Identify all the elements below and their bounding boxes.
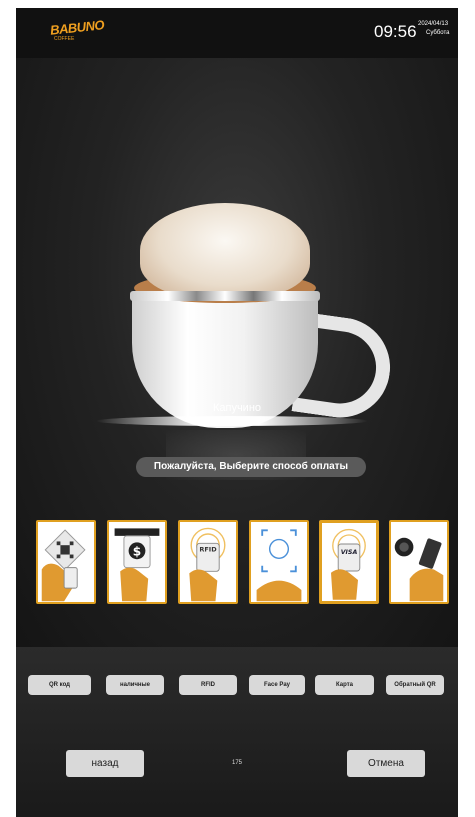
svg-text:RFID: RFID <box>199 546 217 554</box>
payment-icons-row: $ RFID VISA <box>16 520 458 620</box>
payment-option-rfid[interactable]: RFID <box>178 520 238 604</box>
tab-reverse-qr[interactable]: Обратный QR <box>386 675 444 695</box>
product-price: ₽ 1.00 <box>222 416 252 427</box>
svg-text:VISA: VISA <box>341 549 358 556</box>
clock-weekday: Суббота <box>426 30 450 36</box>
kiosk-screen: BABUNO COFFEE 09:56 2024/04/13 Суббота К… <box>16 8 458 817</box>
visa-card-icon: VISA <box>322 524 376 600</box>
clock-time: 09:56 <box>374 22 417 41</box>
cancel-button[interactable]: Отмена <box>347 750 425 777</box>
tab-cash[interactable]: наличные <box>106 675 164 695</box>
brand-logo-sub: COFFEE <box>54 36 75 42</box>
reverse-qr-icon <box>391 522 447 602</box>
product-name: Капучино <box>212 402 262 414</box>
qr-scan-icon <box>38 522 94 602</box>
tab-qr[interactable]: QR код <box>28 675 91 695</box>
tab-card[interactable]: Карта <box>315 675 374 695</box>
tab-rfid[interactable]: RFID <box>179 675 237 695</box>
payment-option-card[interactable]: VISA <box>319 520 379 604</box>
payment-option-cash[interactable]: $ <box>107 520 167 604</box>
clock-date: 2024/04/13 <box>418 21 449 27</box>
payment-prompt: Пожалуйста, Выберите способ оплаты <box>136 457 366 477</box>
bottom-panel: QR код наличные RFID Face Pay Карта Обра… <box>16 647 458 817</box>
cash-icon: $ <box>109 522 165 602</box>
face-pay-icon <box>251 522 307 602</box>
brand-logo: BABUNO <box>49 17 105 38</box>
rfid-card-icon: RFID <box>180 522 236 602</box>
tab-face-pay[interactable]: Face Pay <box>249 675 305 695</box>
payment-option-qr[interactable] <box>36 520 96 604</box>
svg-text:$: $ <box>133 544 141 558</box>
top-bar: BABUNO COFFEE 09:56 2024/04/13 Суббота <box>16 8 458 58</box>
payment-option-reverse-qr[interactable] <box>389 520 449 604</box>
payment-option-face-pay[interactable] <box>249 520 309 604</box>
